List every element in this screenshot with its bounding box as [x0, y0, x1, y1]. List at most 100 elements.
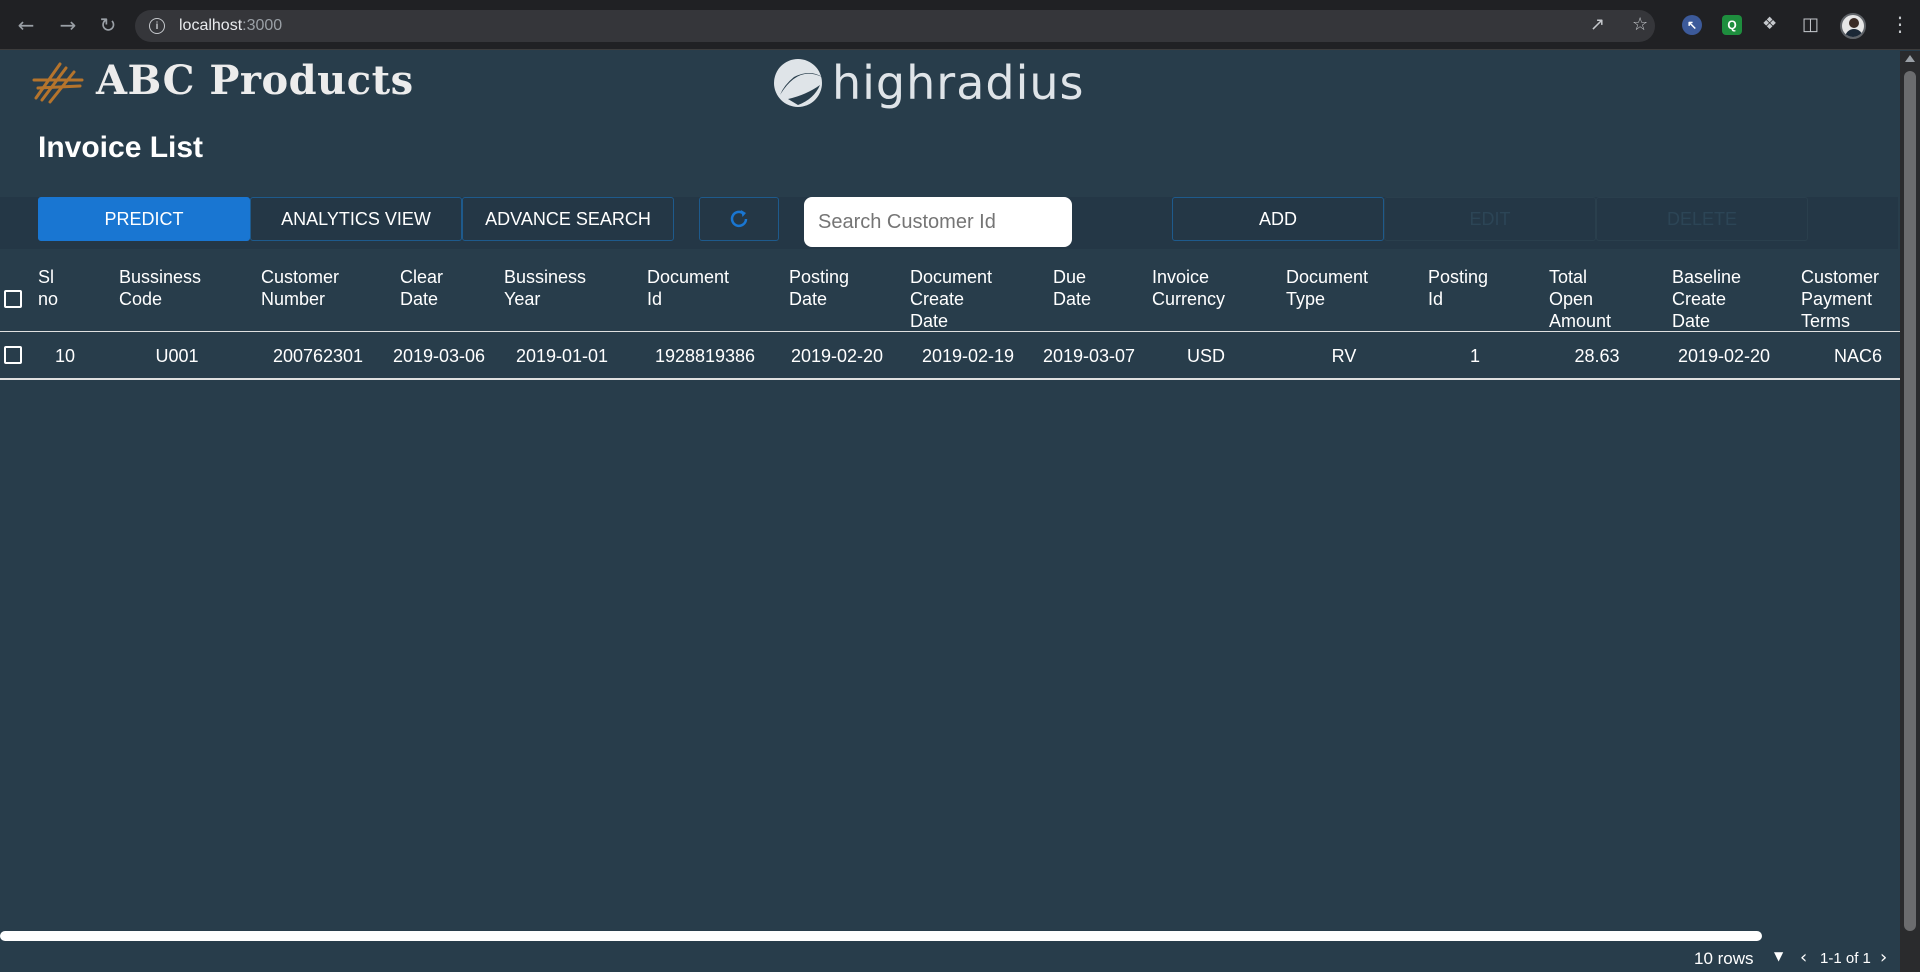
table-cell: 1 [1469, 345, 1481, 366]
delete-button[interactable]: DELETE [1596, 197, 1808, 241]
column-header-line: no [38, 289, 59, 309]
column-header[interactable]: Total Open Amount [1549, 266, 1611, 332]
column-header[interactable]: Due Date [1053, 266, 1091, 310]
table-cell: 2019-03-06 [392, 345, 486, 366]
page-title: Invoice List [38, 131, 204, 164]
column-header-line: Currency [1152, 289, 1226, 309]
scrollbar-thumb[interactable] [1904, 71, 1916, 931]
brand: ABC Products [32, 57, 414, 104]
column-header-line: Date [400, 289, 439, 309]
table-cell: 200762301 [272, 345, 364, 366]
table-cell: 10 [54, 345, 76, 366]
row-checkbox[interactable] [4, 346, 22, 364]
column-header[interactable]: Baseline Create Date [1672, 266, 1741, 332]
reload-icon[interactable]: ↻ [96, 13, 120, 37]
profile-avatar[interactable] [1840, 13, 1866, 39]
refresh-button[interactable] [699, 197, 779, 241]
rows-per-page-select[interactable]: 10 rows [1694, 949, 1754, 969]
browser-menu-icon[interactable]: ⋮ [1890, 14, 1910, 34]
column-header[interactable]: Sl no [38, 266, 58, 310]
url-host: localhost [179, 17, 243, 34]
highradius-wordmark: highradius [832, 56, 1085, 110]
prev-page-icon[interactable]: ‹ [1800, 947, 1807, 968]
column-header-line: Create [910, 289, 965, 309]
column-header-line: Customer [261, 267, 340, 287]
advance-search-button[interactable]: ADVANCE SEARCH [462, 197, 674, 241]
column-header-line: Date [789, 289, 828, 309]
highradius-logo: highradius [770, 55, 1085, 111]
column-header-line: Due [1053, 267, 1087, 287]
column-header[interactable]: Bussiness Code [119, 266, 201, 310]
column-header-line: Document [1286, 267, 1369, 287]
column-header[interactable]: Customer Number [261, 266, 339, 310]
column-header-line: Amount [1549, 311, 1612, 331]
column-header[interactable]: Customer Payment Terms [1801, 266, 1879, 332]
table-cell: RV [1331, 345, 1357, 366]
brand-name: ABC Products [96, 57, 414, 104]
column-header[interactable]: Posting Id [1428, 266, 1488, 310]
extension-cursor-icon[interactable]: ↖ [1682, 15, 1702, 35]
column-header-line: Date [1672, 311, 1711, 331]
column-header-line: Document [910, 267, 993, 287]
bookmark-star-icon[interactable]: ☆ [1632, 14, 1648, 35]
column-header-line: Date [1053, 289, 1092, 309]
column-header-line: Posting [789, 267, 850, 287]
column-header[interactable]: Posting Date [789, 266, 849, 310]
app-root: ABC Products highradius Invoice List PRE… [0, 51, 1900, 972]
extensions-puzzle-icon[interactable]: ❖ [1762, 14, 1777, 34]
table-footer: 10 rows ▼ ‹ 1-1 of 1 › [0, 947, 1898, 972]
site-info-icon[interactable]: i [149, 18, 165, 34]
column-header-line: Payment [1801, 289, 1873, 309]
forward-icon[interactable]: → [56, 13, 80, 37]
extension-q-icon[interactable]: Q [1722, 15, 1742, 35]
share-icon[interactable]: ↗ [1590, 14, 1605, 35]
table-cell: NAC6 [1833, 345, 1883, 366]
column-header[interactable]: Document Id [647, 266, 729, 310]
table-cell: 2019-02-19 [921, 345, 1015, 366]
column-header-line: Create [1672, 289, 1727, 309]
column-header-line: Date [910, 311, 949, 331]
column-header-line: Customer [1801, 267, 1880, 287]
search-customer-input[interactable] [804, 197, 1072, 247]
dropdown-caret-icon[interactable]: ▼ [1774, 949, 1783, 963]
invoice-table: Sl no Bussiness Code Customer Number Clear Date… [0, 258, 1900, 380]
column-header-line: Baseline [1672, 267, 1742, 287]
column-header[interactable]: Document Type [1286, 266, 1368, 310]
column-header-line: Sl [38, 267, 55, 287]
column-header-line: Clear [400, 267, 444, 287]
column-header-line: Type [1286, 289, 1326, 309]
column-header[interactable]: Clear Date [400, 266, 443, 310]
vertical-scrollbar[interactable] [1900, 51, 1920, 972]
abc-logo-icon [32, 58, 84, 104]
column-header-line: Id [1428, 289, 1444, 309]
column-header-line: Bussiness [504, 267, 587, 287]
add-button[interactable]: ADD [1172, 197, 1384, 241]
analytics-view-button[interactable]: ANALYTICS VIEW [250, 197, 462, 241]
back-icon[interactable]: ← [14, 13, 38, 37]
column-header[interactable]: Invoice Currency [1152, 266, 1225, 310]
column-header[interactable]: Bussiness Year [504, 266, 586, 310]
browser-toolbar: ← → ↻ i localhost:3000 ↗ ☆ ↖ Q ❖ ◫ ⋮ [0, 0, 1920, 50]
table-cell: 2019-03-07 [1042, 345, 1136, 366]
column-header-line: Bussiness [119, 267, 202, 287]
table-cell: USD [1186, 345, 1226, 366]
edit-button[interactable]: EDIT [1384, 197, 1596, 241]
table-cell: 1928819386 [654, 345, 756, 366]
table-cell: 2019-02-20 [790, 345, 884, 366]
table-cell: U001 [155, 345, 199, 366]
column-header[interactable]: Document Create Date [910, 266, 992, 332]
column-header-line: Posting [1428, 267, 1489, 287]
horizontal-scrollbar[interactable] [0, 931, 1762, 941]
side-panel-icon[interactable]: ◫ [1802, 14, 1819, 35]
refresh-icon [730, 210, 748, 228]
next-page-icon[interactable]: › [1880, 947, 1887, 968]
table-row[interactable]: 10 U001 200762301 2019-03-06 2019-01-01 19288… [0, 332, 1900, 380]
select-all-checkbox[interactable] [4, 290, 22, 308]
address-bar[interactable]: i localhost:3000 [135, 10, 1655, 42]
url-port: :3000 [242, 17, 283, 34]
predict-button[interactable]: PREDICT [38, 197, 250, 241]
scroll-up-icon[interactable] [1905, 55, 1915, 62]
table-cell: 2019-02-20 [1677, 345, 1771, 366]
column-header-line: Invoice [1152, 267, 1210, 287]
column-header-line: Id [647, 289, 663, 309]
